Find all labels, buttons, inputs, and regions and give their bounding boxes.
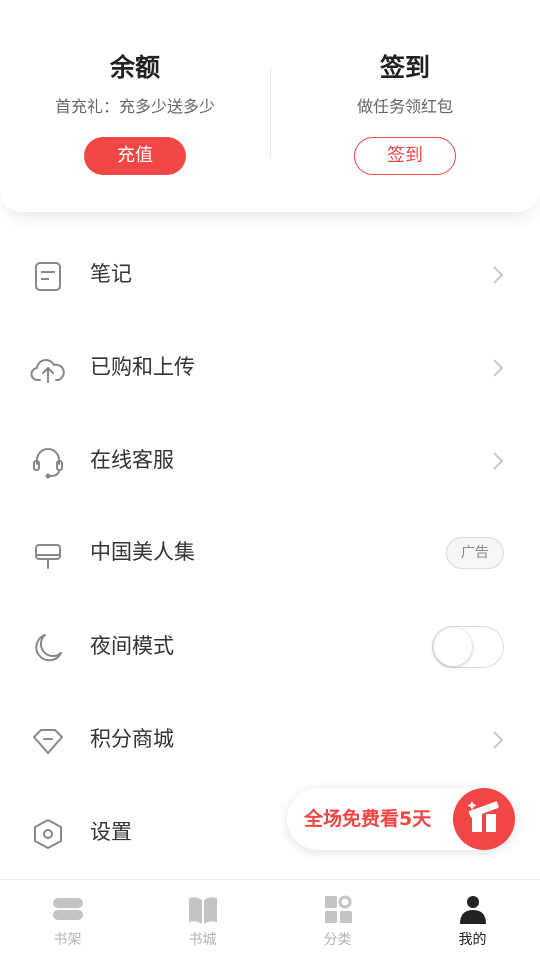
bookshelf-icon	[50, 894, 86, 926]
menu-item-purchased-uploads[interactable]: 已购和上传	[0, 321, 540, 413]
note-icon	[30, 258, 66, 294]
profile-icon	[455, 894, 491, 926]
chevron-right-icon	[489, 727, 507, 753]
balance-section: 余额 首充礼：充多少送多少 充值	[0, 0, 270, 212]
balance-title: 余额	[109, 53, 160, 82]
promo-text: 全场免费看5天	[304, 808, 432, 830]
chevron-right-icon	[489, 262, 507, 288]
settings-hexagon-icon	[30, 816, 66, 852]
menu-item-label: 已购和上传	[90, 355, 195, 379]
nav-tab-bookstore[interactable]: 书城	[135, 880, 270, 961]
menu-item-label: 积分商城	[90, 727, 174, 751]
sign-board-icon	[30, 536, 66, 572]
nav-label: 我的	[458, 932, 487, 948]
nav-label: 分类	[323, 932, 352, 948]
gift-icon	[453, 788, 515, 850]
chevron-right-icon	[489, 448, 507, 474]
menu-item-china-beauties-ad[interactable]: 中国美人集 广告	[0, 506, 540, 598]
account-summary-card: 余额 首充礼：充多少送多少 充值 签到 做任务领红包 签到	[0, 0, 540, 212]
menu-item-label: 夜间模式	[90, 634, 174, 658]
moon-icon	[30, 630, 66, 666]
menu-item-points-mall[interactable]: 积分商城	[0, 693, 540, 785]
headset-icon	[30, 444, 66, 480]
chevron-right-icon	[489, 355, 507, 381]
checkin-section: 签到 做任务领红包 签到	[270, 0, 540, 212]
open-book-icon	[185, 894, 221, 926]
checkin-button[interactable]: 签到	[354, 137, 456, 175]
nav-tab-profile[interactable]: 我的	[405, 880, 540, 961]
nav-label: 书城	[188, 932, 217, 948]
balance-subtitle: 首充礼：充多少送多少	[54, 97, 215, 116]
menu-item-customer-service[interactable]: 在线客服	[0, 414, 540, 506]
menu-item-label: 笔记	[90, 262, 132, 286]
menu-item-notes[interactable]: 笔记	[0, 228, 540, 320]
checkin-subtitle: 做任务领红包	[356, 97, 453, 116]
nav-label: 书架	[53, 932, 82, 948]
checkin-title: 签到	[379, 53, 430, 82]
category-grid-icon	[320, 894, 356, 926]
menu-item-label: 中国美人集	[90, 540, 195, 564]
toggle-knob	[434, 628, 472, 666]
recharge-button[interactable]: 充值	[84, 137, 186, 175]
ad-badge: 广告	[446, 537, 504, 569]
nav-tab-categories[interactable]: 分类	[270, 880, 405, 961]
cloud-upload-icon	[30, 351, 66, 387]
nav-tab-bookshelf[interactable]: 书架	[0, 880, 135, 961]
diamond-icon	[30, 723, 66, 759]
free-reading-promo[interactable]: 全场免费看5天	[287, 788, 515, 850]
menu-item-night-mode[interactable]: 夜间模式	[0, 600, 540, 692]
menu-item-label: 设置	[90, 820, 132, 844]
bottom-navigation: 书架 书城 分类 我的	[0, 879, 540, 961]
night-mode-toggle[interactable]	[432, 626, 504, 668]
menu-item-label: 在线客服	[90, 448, 174, 472]
